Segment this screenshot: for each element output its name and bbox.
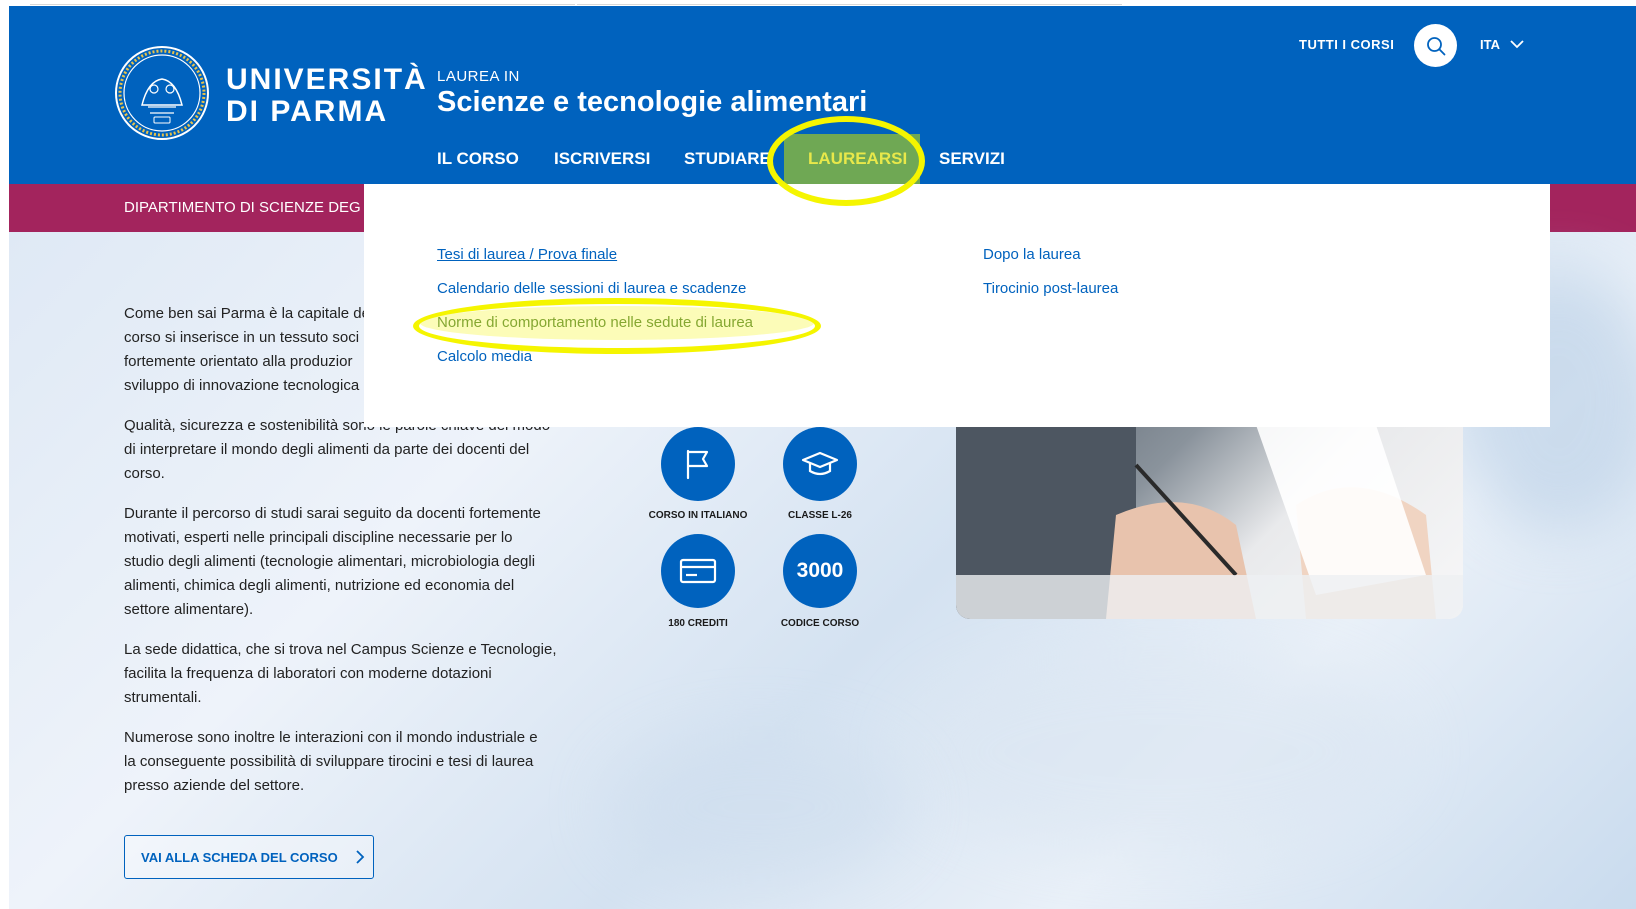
chevron-right-icon (356, 850, 364, 864)
feature-language (661, 427, 735, 501)
flag-icon (686, 449, 709, 480)
university-name[interactable]: UNIVERSITÀ DI PARMA (226, 64, 428, 128)
search-icon (1426, 36, 1445, 55)
nav-il-corso[interactable]: IL CORSO (437, 149, 519, 169)
feature-class-label: CLASSE L-26 (788, 510, 852, 521)
dropdown-link-thesis[interactable]: Tesi di laurea / Prova finale (437, 246, 617, 263)
nav-iscriversi[interactable]: ISCRIVERSI (554, 149, 650, 169)
course-sheet-button-label: VAI ALLA SCHEDA DEL CORSO (141, 849, 338, 865)
feature-class (783, 427, 857, 501)
chevron-down-icon (1510, 40, 1524, 49)
nav-studiare[interactable]: STUDIARE (684, 149, 771, 169)
course-title[interactable]: Scienze e tecnologie alimentari (437, 86, 867, 119)
degree-prefix: LAUREA IN (437, 68, 520, 85)
graduation-cap-icon (801, 451, 839, 476)
dropdown-link-average-calculator[interactable]: Calcolo media (437, 348, 532, 365)
dropdown-link-calendar[interactable]: Calendario delle sessioni di laurea e sc… (437, 280, 746, 297)
university-seal-logo[interactable] (114, 45, 210, 141)
feature-credits-label: 180 CREDITI (668, 618, 728, 629)
dropdown-link-post-graduate-internship[interactable]: Tirocinio post-laurea (983, 280, 1118, 297)
search-button[interactable] (1414, 24, 1457, 67)
feature-language-label: CORSO IN ITALIANO (648, 510, 748, 521)
nav-servizi[interactable]: SERVIZI (939, 149, 1005, 169)
intro-paragraph-4: La sede didattica, che si trova nel Camp… (124, 641, 557, 706)
intro-paragraph-5: Numerose sono inoltre le interazioni con… (124, 729, 538, 794)
dropdown-link-after-graduation[interactable]: Dopo la laurea (983, 246, 1081, 263)
credit-card-icon (679, 558, 717, 584)
feature-course-code-label: CODICE CORSO (780, 618, 860, 629)
course-code-value: 3000 (796, 559, 844, 582)
language-selector[interactable]: ITA (1480, 37, 1524, 52)
language-label: ITA (1480, 37, 1500, 52)
intro-paragraph-3: Durante il percorso di studi sarai segui… (124, 505, 541, 618)
course-sheet-button[interactable]: VAI ALLA SCHEDA DEL CORSO (124, 835, 374, 879)
photo-illustration (956, 425, 1463, 619)
highlight-circle-behaviour-rules (413, 298, 821, 354)
feature-credits (661, 534, 735, 608)
highlight-circle-laurearsi (767, 116, 925, 206)
student-writing-photo (956, 425, 1463, 619)
feature-course-code: 3000 (783, 534, 857, 608)
department-link[interactable]: DIPARTIMENTO DI SCIENZE DEG (124, 199, 361, 216)
all-courses-link[interactable]: TUTTI I CORSI (1299, 37, 1394, 52)
